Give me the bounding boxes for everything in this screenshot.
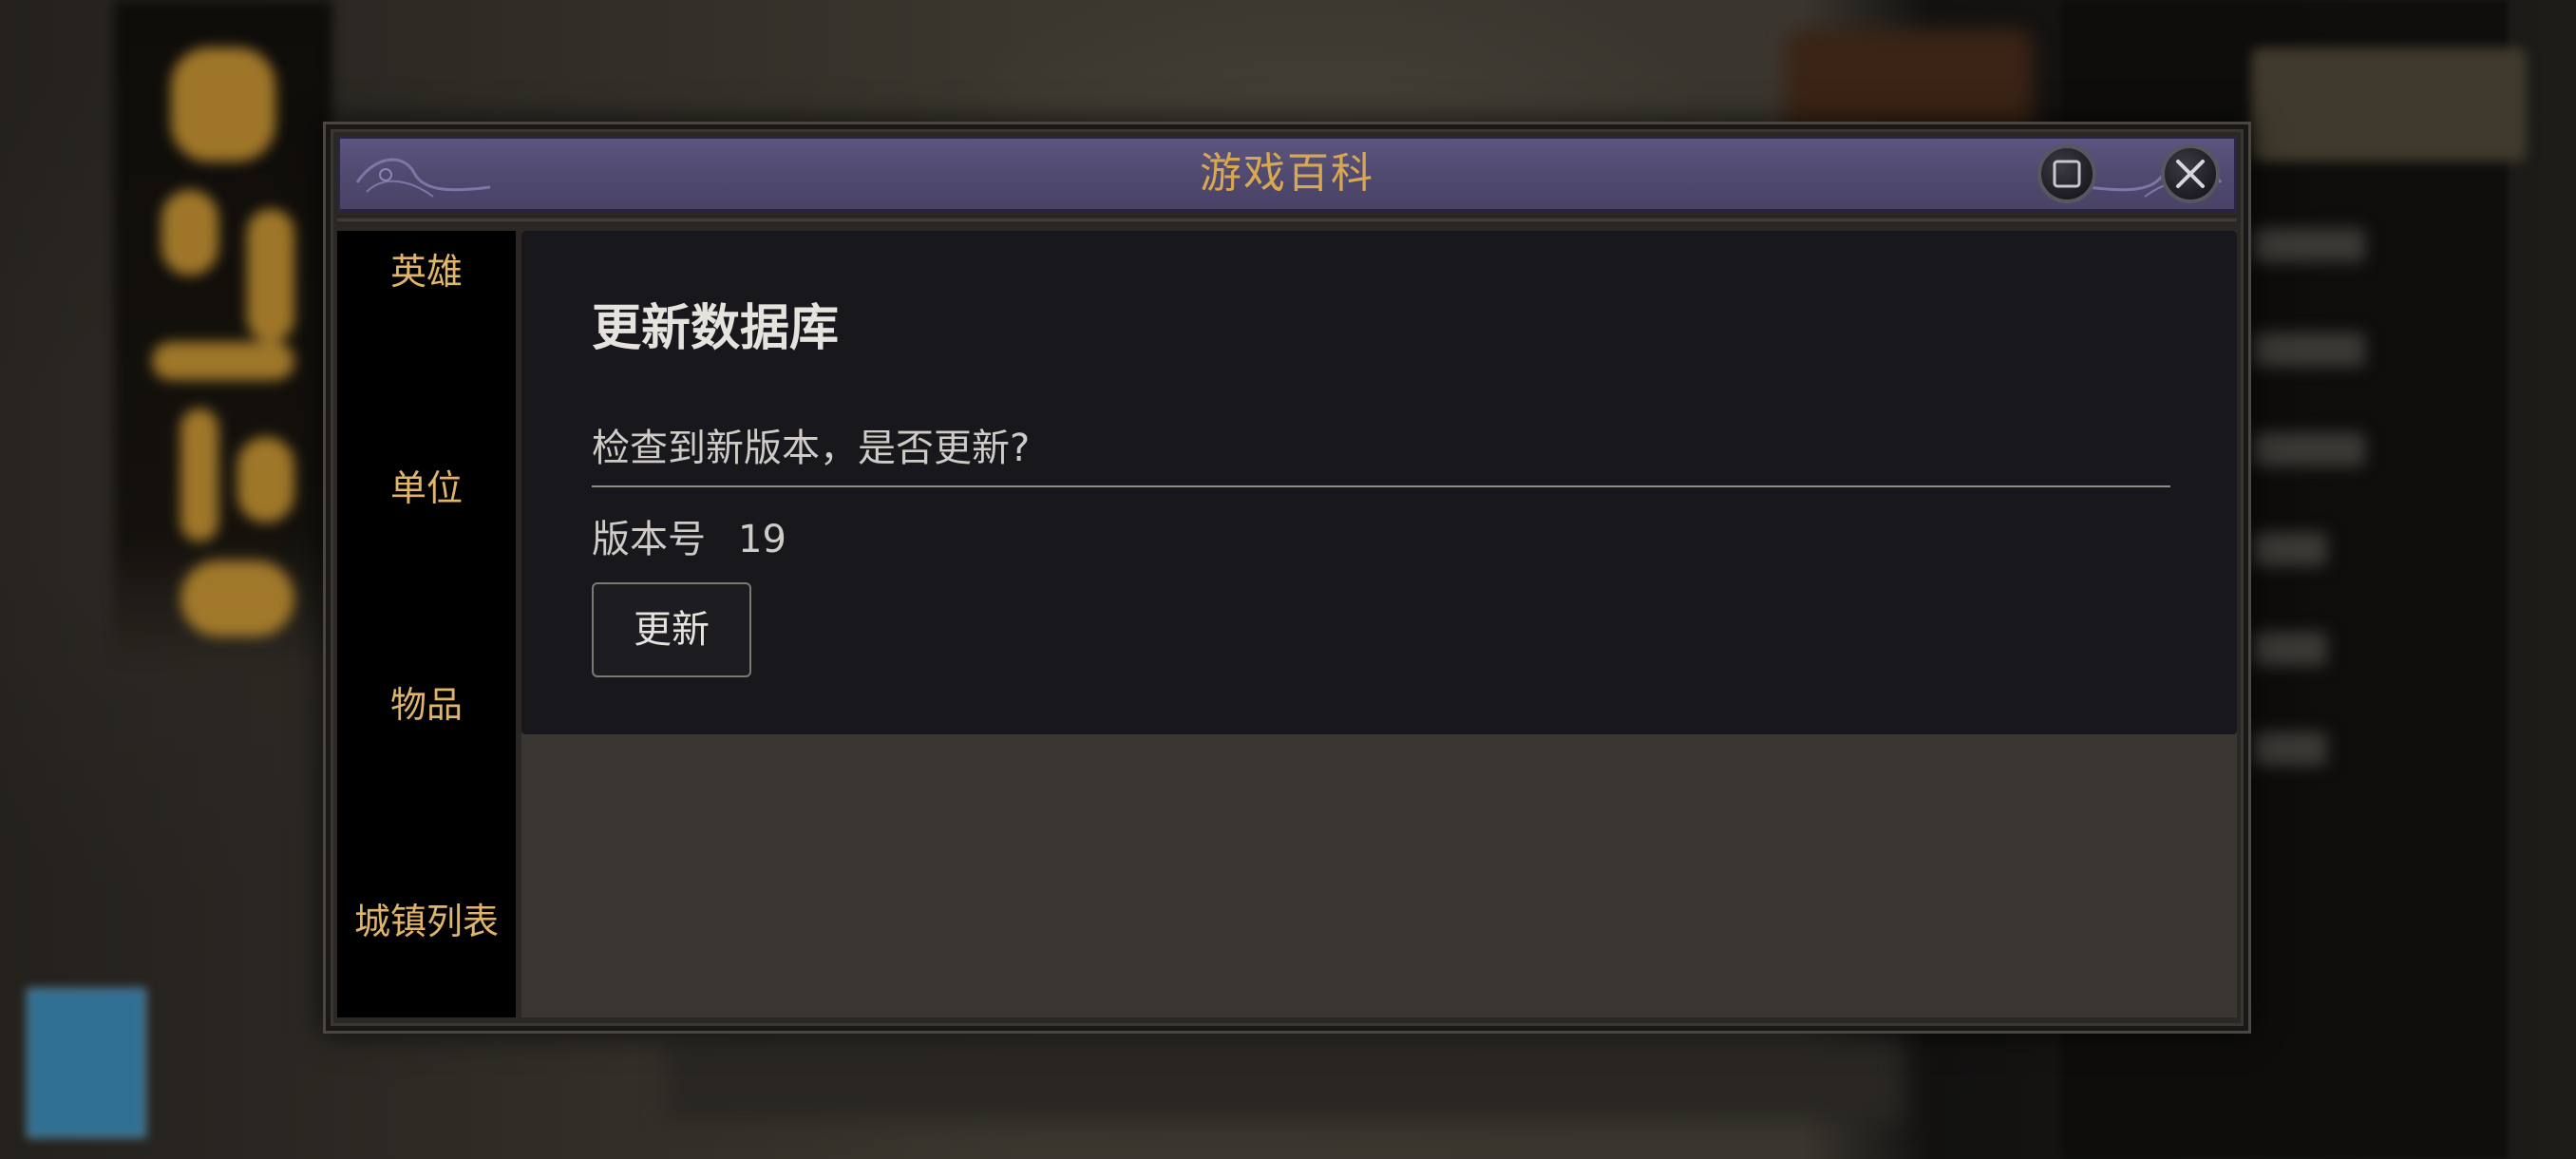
version-row: 版本号 19	[592, 508, 786, 563]
close-button[interactable]	[2161, 144, 2220, 203]
background-right-row	[2251, 632, 2327, 666]
maximize-button[interactable]	[2037, 144, 2096, 203]
background-right-row	[2251, 732, 2327, 766]
background-right-row	[2251, 332, 2365, 367]
sidebar-item-units[interactable]: 单位	[337, 455, 516, 522]
card-title: 更新数据库	[592, 300, 840, 357]
background-right-button	[2251, 48, 2527, 162]
background-right-row	[2251, 228, 2365, 262]
titlebar-divider	[337, 216, 2237, 223]
content-area: 更新数据库 检查到新版本，是否更新? 版本号 19 更新	[521, 231, 2237, 1017]
background-bottom-bar	[665, 1036, 1900, 1121]
sidebar: 英雄 单位 物品 城镇列表	[337, 231, 516, 1017]
update-question: 检查到新版本，是否更新?	[592, 427, 1031, 470]
sidebar-item-town-list[interactable]: 城镇列表	[337, 888, 516, 955]
background-house	[1786, 28, 2033, 133]
background-calligraphy	[142, 28, 332, 656]
window-title: 游戏百科	[1200, 149, 1374, 198]
sidebar-item-heroes[interactable]: 英雄	[337, 238, 516, 305]
background-card	[27, 988, 146, 1138]
update-button[interactable]: 更新	[592, 582, 751, 677]
sidebar-item-items[interactable]: 物品	[337, 672, 516, 738]
window-titlebar: 游戏百科	[337, 136, 2237, 212]
background-right-row	[2251, 432, 2365, 466]
background-right-row	[2251, 532, 2327, 566]
maximize-icon	[2053, 160, 2081, 188]
close-icon	[2176, 160, 2205, 188]
version-label: 版本号	[592, 518, 706, 561]
card-divider	[592, 485, 2170, 487]
encyclopedia-window: 游戏百科 英雄 单位 物品 城镇列表 更新数据库 检查到新版本，是否更新? 版本…	[323, 122, 2251, 1034]
update-database-card: 更新数据库 检查到新版本，是否更新? 版本号 19 更新	[521, 231, 2237, 734]
version-value: 19	[738, 518, 786, 561]
